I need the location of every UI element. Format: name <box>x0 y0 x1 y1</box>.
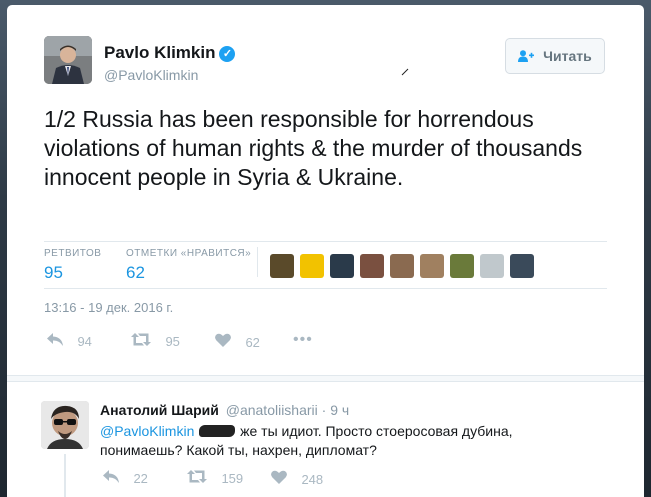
liker-avatar[interactable] <box>270 254 294 278</box>
reply-author-name[interactable]: Анатолий Шарий <box>100 402 219 418</box>
reply-tweet[interactable]: Анатолий Шарий @anatoliisharii · 9 ч @Pa… <box>7 381 644 497</box>
reply-text: @PavloKlimkin же ты идиот. Просто стоеро… <box>100 422 540 460</box>
reply-action[interactable]: 94 <box>47 333 92 351</box>
liker-avatar[interactable] <box>450 254 474 278</box>
author-handle[interactable]: @PavloKlimkin <box>104 67 198 83</box>
tweet-stats: РЕТВИТОВ 95 ОТМЕТКИ «НРАВИТСЯ» 62 <box>44 241 607 289</box>
likes-count[interactable]: 62 <box>126 263 251 283</box>
retweets-count[interactable]: 95 <box>44 263 101 283</box>
reply-like-count: 248 <box>301 472 324 487</box>
mouse-cursor-icon <box>401 63 409 76</box>
liker-avatar[interactable] <box>330 254 354 278</box>
verified-badge-icon: ✓ <box>219 46 236 62</box>
add-user-icon <box>518 48 538 64</box>
retweet-action[interactable]: 95 <box>131 333 180 351</box>
liker-avatar[interactable] <box>390 254 414 278</box>
liker-avatar[interactable] <box>480 254 504 278</box>
follow-button[interactable]: Читать <box>505 38 605 74</box>
reply-icon <box>103 470 123 487</box>
retweet-icon <box>131 333 155 350</box>
reply-time[interactable]: · 9 ч <box>322 402 350 418</box>
more-options-button[interactable]: ••• <box>293 331 313 349</box>
heart-icon <box>271 470 291 488</box>
liker-avatar[interactable] <box>360 254 384 278</box>
liker-avatar[interactable] <box>510 254 534 278</box>
retweet-count: 95 <box>165 334 180 349</box>
author-name-text[interactable]: Pavlo Klimkin <box>104 43 215 62</box>
tweet-timestamp[interactable]: 13:16 - 19 дек. 2016 г. <box>44 300 173 315</box>
reply-icon <box>47 333 67 350</box>
reply-mention-link[interactable]: @PavloKlimkin <box>100 423 194 439</box>
liker-avatar[interactable] <box>300 254 324 278</box>
redaction-mark <box>199 425 236 437</box>
reply-author-avatar[interactable] <box>41 401 89 449</box>
reply-reply-action[interactable]: 22 <box>103 470 148 488</box>
reply-header: Анатолий Шарий @anatoliisharii · 9 ч <box>100 402 349 418</box>
reply-count: 94 <box>77 334 92 349</box>
heart-icon <box>215 333 235 351</box>
like-count: 62 <box>245 335 260 350</box>
author-avatar[interactable] <box>44 36 92 84</box>
author-name[interactable]: Pavlo Klimkin ✓ <box>104 43 236 63</box>
thread-line <box>64 454 66 497</box>
like-action[interactable]: 62 <box>215 333 260 352</box>
liker-avatars <box>270 254 540 278</box>
retweets-label: РЕТВИТОВ <box>44 248 102 259</box>
reply-retweet-count: 159 <box>221 471 244 486</box>
stats-divider <box>257 247 258 277</box>
reply-like-action[interactable]: 248 <box>271 470 323 489</box>
tweet-card: Pavlo Klimkin ✓ @PavloKlimkin Читать 1/2 … <box>7 5 644 375</box>
retweet-icon <box>187 470 211 487</box>
liker-avatar[interactable] <box>420 254 444 278</box>
reply-reply-count: 22 <box>133 471 148 486</box>
follow-button-label: Читать <box>543 48 592 64</box>
retweets-stat[interactable]: РЕТВИТОВ 95 <box>44 248 101 283</box>
reply-author-handle[interactable]: @anatoliisharii <box>226 402 318 418</box>
tweet-text: 1/2 Russia has been responsible for horr… <box>44 106 583 190</box>
likes-label: ОТМЕТКИ «НРАВИТСЯ» <box>126 248 252 259</box>
reply-retweet-action[interactable]: 159 <box>187 470 243 488</box>
likes-stat[interactable]: ОТМЕТКИ «НРАВИТСЯ» 62 <box>126 248 251 283</box>
